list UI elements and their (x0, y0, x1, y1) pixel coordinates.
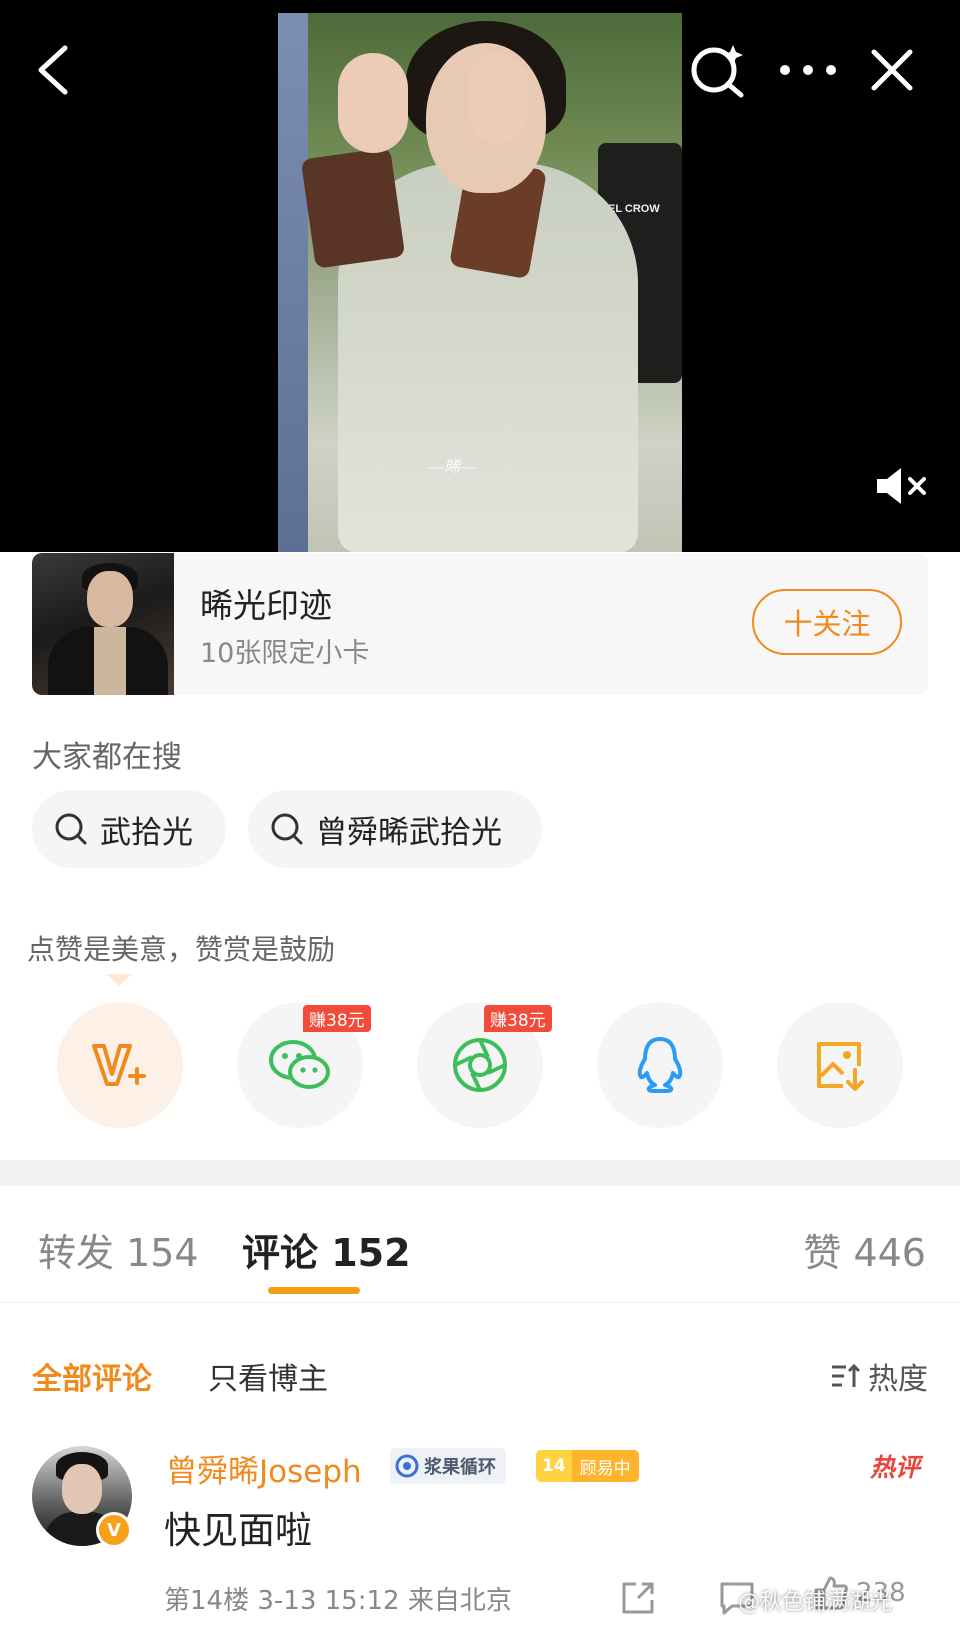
earn-badge: 赚38元 (303, 1005, 371, 1032)
sort-button[interactable]: 热度 (830, 1354, 928, 1398)
related-card[interactable]: 晞光印迹 10张限定小卡 十关注 (32, 553, 928, 695)
photo-background (278, 13, 308, 552)
more-button[interactable] (776, 42, 840, 98)
moments-icon (453, 1038, 507, 1092)
hot-search-chip-label: 武拾光 (100, 814, 193, 851)
wechat-icon (269, 1040, 330, 1089)
back-button[interactable] (24, 36, 80, 104)
save-image-button[interactable] (777, 1002, 903, 1128)
sort-label: 热度 (868, 1362, 928, 1397)
post-photo[interactable]: EL CROW —晞— (278, 13, 682, 552)
sort-icon (832, 1363, 861, 1387)
hot-comment-badge: 热评 (869, 1453, 920, 1482)
share-icon[interactable] (618, 1578, 658, 1618)
search-icon (271, 813, 303, 845)
earn-badge: 赚38元 (484, 1005, 552, 1032)
hot-search-chip-label: 曾舜晞武拾光 (316, 814, 502, 851)
tooltip-pointer (106, 974, 132, 986)
tab-comment[interactable]: 评论 152 (242, 1222, 411, 1277)
fan-badge[interactable]: 14 顾易中 (536, 1450, 639, 1482)
active-tab-indicator (268, 1287, 360, 1294)
share-qq-button[interactable] (597, 1002, 723, 1128)
close-icon (871, 49, 913, 91)
hot-search-chip[interactable]: 武拾光 (32, 790, 226, 868)
image-search-button[interactable] (686, 38, 750, 102)
mute-button[interactable] (872, 460, 932, 512)
filter-all-comments[interactable]: 全部评论 (32, 1354, 152, 1398)
reward-button[interactable] (57, 1002, 183, 1128)
follow-button[interactable]: 十关注 (752, 589, 902, 655)
photo-hand-right (468, 53, 528, 143)
watermark: @秋色铺满湖光 (738, 1590, 893, 1615)
card-title: 晞光印迹 (200, 586, 332, 625)
save-image-icon (817, 1042, 864, 1091)
photo-cuff-left (300, 147, 406, 269)
media-viewer: EL CROW —晞— (0, 0, 960, 552)
ai-search-icon (691, 45, 744, 98)
fan-level: 14 (536, 1450, 572, 1482)
group-tag[interactable]: 浆果循环 (390, 1448, 506, 1484)
target-icon (395, 1454, 419, 1478)
thumb-shirt (94, 627, 126, 695)
tab-like[interactable]: 赞 446 (803, 1222, 926, 1277)
qq-icon (637, 1037, 683, 1093)
comment-text: 快见面啦 (164, 1509, 312, 1552)
comment-meta: 第14楼 3-13 15:12 来自北京 (164, 1586, 512, 1616)
more-dots-icon (780, 65, 836, 75)
search-icon (55, 813, 87, 845)
close-button[interactable] (864, 42, 920, 98)
tab-repost[interactable]: 转发 154 (38, 1222, 199, 1277)
v-plus-icon (92, 1044, 146, 1086)
chevron-left-icon (38, 45, 68, 95)
hot-search-title: 大家都在搜 (32, 740, 182, 775)
thumb-face (87, 571, 133, 627)
fan-badge-name: 顾易中 (571, 1450, 639, 1482)
tabs-divider (0, 1302, 960, 1303)
avatar-face (62, 1464, 102, 1514)
filter-owner-only[interactable]: 只看博主 (208, 1354, 328, 1398)
section-divider (0, 1160, 960, 1186)
card-thumbnail (32, 553, 174, 695)
group-tag-label: 浆果循环 (424, 1457, 496, 1478)
card-subtitle: 10张限定小卡 (200, 638, 370, 669)
comment-author[interactable]: 曾舜晞Joseph (166, 1446, 362, 1491)
speaker-muted-icon (877, 468, 926, 504)
verified-badge-icon: V (96, 1512, 132, 1548)
photo-hand-left (338, 53, 408, 153)
photo-signature: —晞— (428, 457, 477, 476)
share-title: 点赞是美意，赞赏是鼓励 (27, 933, 336, 966)
hot-search-chip[interactable]: 曾舜晞武拾光 (248, 790, 542, 868)
